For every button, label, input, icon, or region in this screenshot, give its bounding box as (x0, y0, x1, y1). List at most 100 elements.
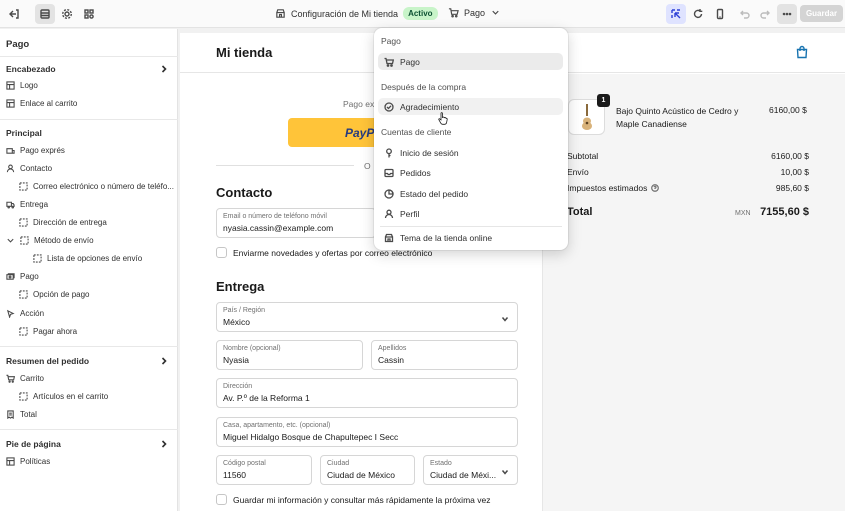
contact-heading: Contacto (216, 185, 273, 200)
store-config-title: Configuración de Mi tienda (291, 8, 399, 19)
chevron-right-icon[interactable] (160, 357, 168, 365)
exit-icon[interactable] (4, 4, 24, 24)
sidebar-item-policies[interactable]: Políticas (6, 457, 50, 466)
total-value: 7155,60 $ (760, 206, 809, 218)
divider (216, 165, 354, 166)
field-value: Ciudad de Méxi... (430, 470, 497, 480)
subtotal-value: 6160,00 $ (771, 151, 809, 161)
store-icon (276, 9, 285, 18)
truck-icon (6, 201, 15, 209)
sidebar-item-shipping-method[interactable]: Método de envío (6, 236, 94, 245)
person-icon (6, 164, 15, 173)
express-icon (6, 148, 15, 154)
field-value: Av. P.º de la Reforma 1 (223, 393, 310, 403)
chevron-right-icon[interactable] (160, 440, 168, 448)
shopping-bag-icon[interactable] (795, 45, 809, 59)
sidebar-title: Pago (6, 39, 30, 50)
menu-item-orders[interactable]: Pedidos (378, 164, 563, 181)
section-header[interactable]: Resumen del pedido (6, 356, 89, 366)
field-label: Nombre (opcional) (223, 345, 281, 352)
sidebar-item-shipping-options[interactable]: Lista de opciones de envío (33, 254, 142, 263)
status-icon (384, 188, 394, 199)
block-icon (6, 457, 15, 466)
city-field[interactable]: Ciudad Ciudad de México (320, 455, 415, 485)
refresh-icon[interactable] (688, 4, 708, 24)
taxes-value: 985,60 $ (775, 183, 809, 193)
email-field[interactable]: Email o número de teléfono móvil nyasia.… (216, 208, 376, 238)
postal-code-field[interactable]: Código postal 11560 (216, 455, 312, 485)
menu-section-checkout: Pago (381, 36, 401, 46)
field-value: 11560 (223, 470, 247, 480)
sidebar-item-delivery[interactable]: Entrega (6, 200, 48, 209)
save-button[interactable]: Guardar (800, 5, 843, 22)
apartment-field[interactable]: Casa, apartamento, etc. (opcional) Migue… (216, 417, 518, 447)
save-info-checkbox[interactable] (216, 494, 227, 505)
menu-item-order-status[interactable]: Estado del pedido (378, 185, 563, 202)
section-header[interactable]: Encabezado (6, 64, 56, 74)
menu-item-online-store-theme[interactable]: Tema de la tienda online (378, 229, 563, 246)
field-label: Ciudad (327, 460, 350, 467)
sidebar-item-delivery-address[interactable]: Dirección de entrega (19, 218, 107, 227)
block-icon (6, 81, 15, 90)
product-name: Bajo Quinto Acústico de Cedro y Maple Ca… (616, 106, 739, 129)
mobile-preview-icon[interactable] (710, 4, 730, 24)
first-name-field[interactable]: Nombre (opcional) Nyasia (216, 340, 363, 370)
sidebar-item-cart-items[interactable]: Artículos en el carrito (19, 392, 108, 401)
total-label: Total (567, 206, 593, 218)
sidebar-item-payment-option[interactable]: Opción de pago (19, 290, 90, 299)
gear-icon[interactable] (57, 4, 77, 24)
menu-item-profile[interactable]: Perfil (378, 205, 563, 222)
last-name-field[interactable]: Apellidos Cassin (371, 340, 518, 370)
menu-item-thank-you[interactable]: Agradecimiento (378, 98, 563, 115)
guitar-icon (581, 104, 592, 130)
address-field[interactable]: Dirección Av. P.º de la Reforma 1 (216, 378, 518, 408)
apps-icon[interactable] (79, 4, 99, 24)
hand-cursor-icon (438, 112, 448, 125)
pointer-icon (6, 309, 15, 318)
redo-icon[interactable] (755, 4, 775, 24)
save-info-checkbox-row[interactable]: Guardar mi información y consultar más r… (216, 494, 490, 505)
check-circle-icon (384, 101, 394, 112)
divider (0, 119, 178, 120)
sidebar-item-pay-now[interactable]: Pagar ahora (19, 327, 77, 336)
paypal-button[interactable]: PayP (288, 118, 378, 147)
country-select[interactable]: País / Región México (216, 302, 518, 332)
sidebar-item-email[interactable]: Correo electrónico o número de teléfo... (19, 182, 174, 191)
inspector-icon[interactable] (666, 4, 686, 24)
undo-icon[interactable] (735, 4, 755, 24)
sidebar-item-total[interactable]: Total (6, 410, 37, 419)
store-title-group[interactable]: Configuración de Mi tienda Activo (275, 7, 438, 20)
express-checkout-label: Pago ex (343, 99, 375, 109)
section-header[interactable]: Pie de página (6, 439, 61, 449)
state-select[interactable]: Estado Ciudad de Méxi... (423, 455, 518, 485)
sidebar-item-logo[interactable]: Logo (6, 81, 38, 90)
sections-icon[interactable] (35, 4, 55, 24)
menu-item-login[interactable]: Inicio de sesión (378, 144, 563, 161)
chevron-right-icon[interactable] (160, 65, 168, 73)
sidebar-item-express[interactable]: Pago exprés (6, 146, 65, 155)
quantity-badge: 1 (597, 94, 610, 107)
receipt-icon (7, 410, 14, 419)
more-options-icon[interactable] (777, 4, 797, 24)
divider (0, 346, 178, 347)
product-price: 6160,00 $ (769, 105, 807, 115)
cart-icon (384, 57, 394, 67)
sidebar-item-action[interactable]: Acción (6, 309, 44, 318)
section-header[interactable]: Principal (6, 128, 42, 138)
dashed-block-icon (19, 290, 28, 299)
menu-item-checkout[interactable]: Pago (378, 53, 563, 70)
inbox-icon (384, 168, 394, 177)
divider (0, 56, 178, 57)
cart-icon (6, 374, 15, 383)
page-selector[interactable]: Pago (448, 7, 501, 18)
help-icon[interactable] (651, 184, 660, 192)
save-info-label: Guardar mi información y consultar más r… (233, 494, 491, 505)
sidebar-item-cart[interactable]: Carrito (6, 374, 44, 383)
field-label: Dirección (223, 383, 253, 390)
sidebar-item-cart-link[interactable]: Enlace al carrito (6, 99, 77, 108)
sidebar-item-contact[interactable]: Contacto (6, 164, 52, 173)
newsletter-checkbox[interactable] (216, 247, 227, 258)
sidebar-item-payment[interactable]: Pago (6, 272, 39, 281)
field-label: Casa, apartamento, etc. (opcional) (223, 422, 331, 429)
shipping-value: 10,00 $ (780, 167, 809, 177)
